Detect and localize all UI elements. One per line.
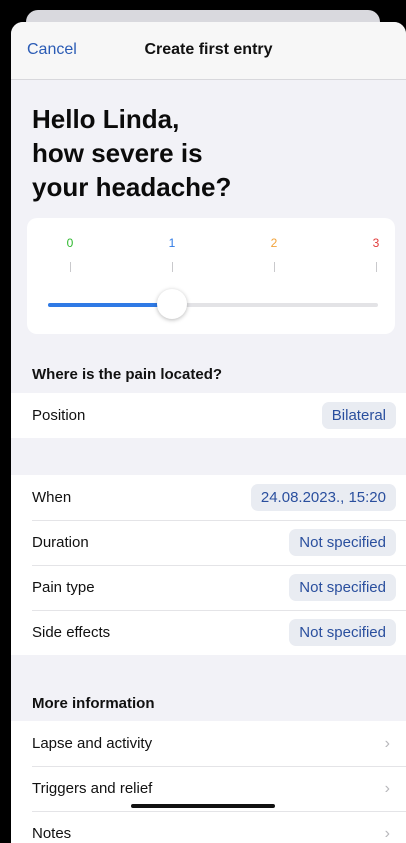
question-line-2: how severe is <box>32 138 203 168</box>
tick-mark-3 <box>376 262 377 272</box>
duration-value-button[interactable]: Not specified <box>289 529 396 556</box>
severity-card: 0 1 2 3 <box>27 218 395 334</box>
position-label: Position <box>32 407 86 424</box>
triggers-relief-label: Triggers and relief <box>32 780 153 797</box>
location-section-header: Where is the pain located? <box>32 365 223 383</box>
side-effects-value-button[interactable]: Not specified <box>289 619 396 646</box>
when-label: When <box>32 489 72 506</box>
position-value-button[interactable]: Bilateral <box>321 402 396 429</box>
navigation-bar: Cancel Create first entry <box>11 22 406 80</box>
when-row[interactable]: When 24.08.2023., 15:20 <box>11 475 406 520</box>
tick-label-1: 1 <box>168 236 176 250</box>
pain-type-row[interactable]: Pain type Not specified <box>11 565 406 610</box>
lapse-activity-row[interactable]: Lapse and activity › <box>11 721 406 766</box>
chevron-right-icon: › <box>384 734 390 752</box>
pain-type-value-button[interactable]: Not specified <box>289 574 396 601</box>
severity-slider-fill <box>48 303 172 307</box>
duration-row[interactable]: Duration Not specified <box>11 520 406 565</box>
tick-mark-0 <box>70 262 71 272</box>
details-group: When 24.08.2023., 15:20 Duration Not spe… <box>11 475 406 655</box>
chevron-right-icon: › <box>384 779 390 797</box>
notes-row[interactable]: Notes › <box>11 811 406 843</box>
side-effects-row[interactable]: Side effects Not specified <box>11 610 406 655</box>
more-info-section-header: More information <box>32 694 155 712</box>
tick-mark-1 <box>172 262 173 272</box>
severity-slider-thumb[interactable] <box>157 289 187 319</box>
severity-question: Hello Linda, how severe is your headache… <box>32 102 332 204</box>
question-line-1: Hello Linda, <box>32 104 180 134</box>
pain-type-label: Pain type <box>32 579 95 596</box>
tick-label-2: 2 <box>270 236 278 250</box>
location-group: Position Bilateral <box>11 393 406 438</box>
nav-title: Create first entry <box>144 41 273 58</box>
side-effects-label: Side effects <box>32 624 111 641</box>
home-indicator <box>131 804 275 808</box>
chevron-right-icon: › <box>384 824 390 842</box>
tick-label-3: 3 <box>372 236 380 250</box>
more-info-group: Lapse and activity › Triggers and relief… <box>11 721 406 843</box>
when-value-button[interactable]: 24.08.2023., 15:20 <box>250 484 396 511</box>
notes-label: Notes <box>32 825 72 842</box>
question-line-3: your headache? <box>32 172 232 202</box>
create-entry-sheet: Cancel Create first entry Hello Linda, h… <box>11 22 406 843</box>
lapse-activity-label: Lapse and activity <box>32 735 153 752</box>
duration-label: Duration <box>32 534 89 551</box>
tick-mark-2 <box>274 262 275 272</box>
position-row[interactable]: Position Bilateral <box>11 393 406 438</box>
tick-label-0: 0 <box>66 236 74 250</box>
